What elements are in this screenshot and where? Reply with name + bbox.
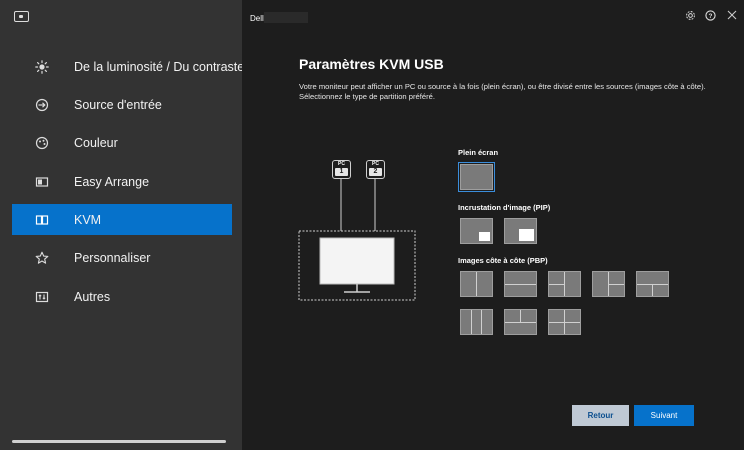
sidebar-item-label: Personnaliser <box>74 250 151 265</box>
sidebar-item-brightness[interactable]: De la luminosité / Du contraste <box>12 51 244 82</box>
sidebar-item-label: Source d'entrée <box>74 97 162 112</box>
layout-pbp-2-horizontal[interactable] <box>504 271 537 297</box>
layout-pbp-3-vertical[interactable] <box>460 309 493 335</box>
brightness-icon <box>35 59 49 74</box>
pbp-section-title: Images côte à côte (PBP) <box>458 256 548 265</box>
others-icon <box>35 290 49 304</box>
model-name-redacted <box>264 12 308 23</box>
color-icon <box>35 136 49 150</box>
page-description: Votre moniteur peut afficher un PC ou so… <box>299 82 706 101</box>
sidebar-item-label: De la luminosité / Du contraste <box>74 59 245 74</box>
next-button[interactable]: Suivant <box>634 405 694 426</box>
sidebar-item-label: KVM <box>74 212 102 227</box>
layout-pbp-3-bottom-split[interactable] <box>636 271 669 297</box>
easy-arrange-icon <box>35 175 49 189</box>
layout-pbp-2-vertical[interactable] <box>460 271 493 297</box>
sidebar-item-input-source[interactable]: Source d'entrée <box>12 89 232 120</box>
sidebar-scrollbar[interactable] <box>12 440 226 443</box>
layout-pbp-4-quad[interactable] <box>548 309 581 335</box>
monitor-connection-diagram <box>298 178 416 301</box>
main-panel: Dell ? Paramètres KVM USB Votre moniteur… <box>242 0 744 450</box>
page-title: Paramètres KVM USB <box>299 56 444 72</box>
back-button[interactable]: Retour <box>572 405 629 426</box>
sidebar-item-kvm[interactable]: KVM <box>12 204 232 235</box>
sidebar: De la luminosité / Du contraste Source d… <box>0 0 244 450</box>
sidebar-item-others[interactable]: Autres <box>12 281 232 312</box>
layout-pip-bottom-right-small[interactable] <box>460 218 493 244</box>
svg-text:?: ? <box>708 12 712 19</box>
layout-pbp-3-right-split[interactable] <box>592 271 625 297</box>
layout-pbp-3-left-split[interactable] <box>548 271 581 297</box>
kvm-icon <box>35 213 49 227</box>
sidebar-item-easy-arrange[interactable]: Easy Arrange <box>12 166 232 197</box>
pip-section-title: Incrustation d'image (PIP) <box>458 203 551 212</box>
pc-1-badge: PC 1 <box>332 160 351 179</box>
star-icon <box>35 251 49 265</box>
pc-2-number: 2 <box>369 168 382 176</box>
pc-1-number: 1 <box>335 168 348 176</box>
gear-icon[interactable] <box>684 9 696 21</box>
display-icon <box>14 11 29 22</box>
sidebar-item-label: Autres <box>74 289 111 304</box>
brand-label: Dell <box>250 14 264 23</box>
pc-2-label: PC <box>372 161 379 167</box>
help-icon[interactable]: ? <box>704 9 716 21</box>
sidebar-item-personalize[interactable]: Personnaliser <box>12 242 232 273</box>
sidebar-item-color[interactable]: Couleur <box>12 127 232 158</box>
full-screen-section-title: Plein écran <box>458 148 499 157</box>
layout-pbp-3-top-split[interactable] <box>504 309 537 335</box>
close-icon[interactable] <box>726 9 738 21</box>
layout-pip-bottom-right-large[interactable] <box>504 218 537 244</box>
sidebar-item-label: Couleur <box>74 135 118 150</box>
pc-1-label: PC <box>338 161 345 167</box>
app-window: De la luminosité / Du contraste Source d… <box>0 0 744 450</box>
input-source-icon <box>35 98 49 112</box>
pc-2-badge: PC 2 <box>366 160 385 179</box>
sidebar-item-label: Easy Arrange <box>74 174 150 189</box>
layout-full-screen[interactable] <box>457 161 496 193</box>
